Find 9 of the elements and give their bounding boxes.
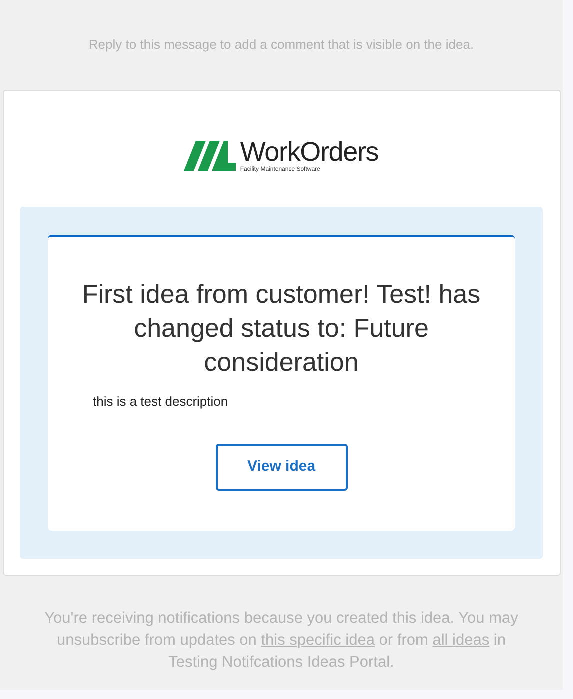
notification-description: this is a test description [93,392,228,411]
reply-note: Reply to this message to add a comment that is visible on the idea. [88,36,474,54]
all-ideas-link[interactable]: all ideas [432,632,490,649]
logo-icon [184,140,236,170]
specific-idea-link[interactable]: this specific idea [261,632,375,649]
view-idea-button[interactable]: View idea [216,444,348,491]
notification-title: First idea from customer! Test! has changed status to: Future consideration [82,278,482,378]
logo-name: WorkOrders [240,138,379,166]
footer-text: You're receiving notifications because you created this idea. You may unsubscribe from updates on this specific idea or from all ideas in Testing Notifcations Ideas Portal. [44,609,520,673]
